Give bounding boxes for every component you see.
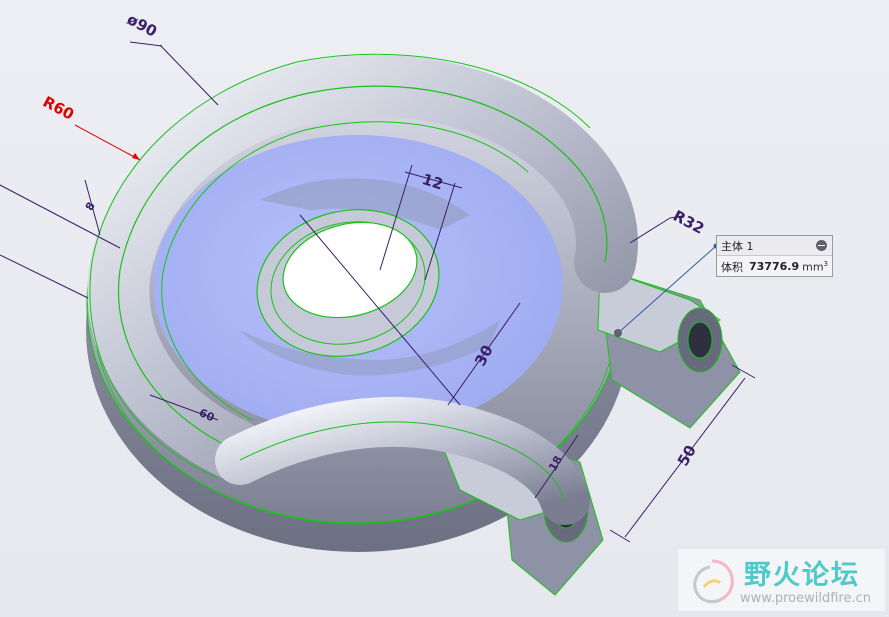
dim-r32[interactable]: R32 (670, 207, 707, 238)
right-lug[interactable] (597, 267, 741, 429)
dim-small-left[interactable]: 8 (83, 200, 98, 213)
callout-volume-row: 体积 73776.9 mm3 (717, 256, 832, 277)
watermark-title: 野火论坛 (744, 560, 860, 591)
model-viewport[interactable]: ø90 R60 8 12 30 R32 50 60 18 (0, 0, 889, 617)
volume-label: 体积 (721, 260, 743, 274)
volume-value: 73776.9 (749, 260, 800, 273)
callout-header: 主体 1 (717, 236, 832, 256)
watermark: 野火论坛 www.proewildfire.cn (678, 549, 885, 611)
dim-dia90[interactable]: ø90 (124, 10, 160, 41)
volume-unit: mm3 (802, 259, 829, 274)
dim-50[interactable]: 50 (674, 442, 700, 469)
callout-title: 主体 1 (721, 239, 754, 253)
volume-callout[interactable]: 主体 1 体积 73776.9 mm3 (716, 235, 833, 277)
cursor-point-icon (614, 329, 622, 337)
collapse-icon[interactable] (816, 240, 827, 251)
r60-leader (74, 124, 141, 161)
r60-arrow-icon (132, 153, 140, 160)
dim-r60[interactable]: R60 (40, 93, 77, 124)
watermark-url: www.proewildfire.cn (740, 591, 871, 606)
watermark-logo-icon (693, 559, 734, 604)
